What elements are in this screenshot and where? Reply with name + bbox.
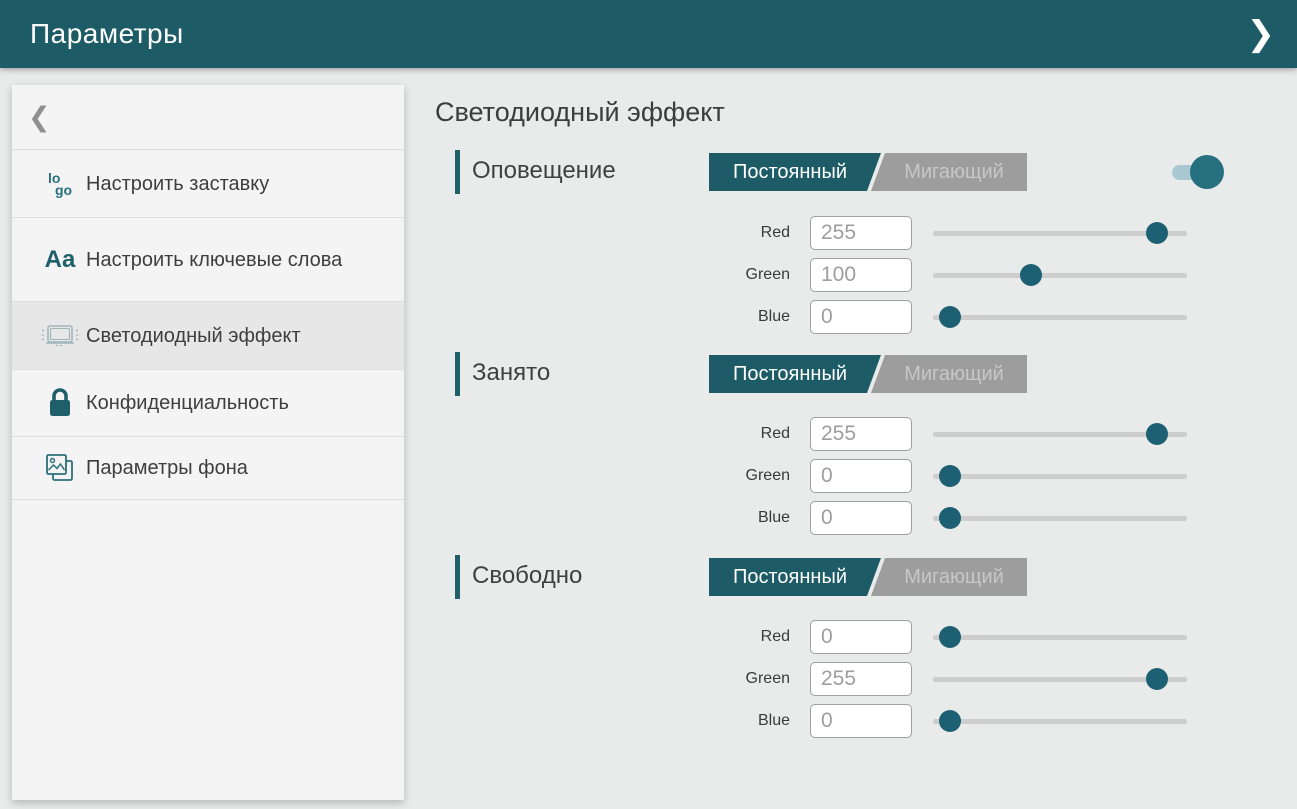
slider-row-green: Green <box>455 455 1245 497</box>
slider-row-blue: Blue <box>455 497 1245 539</box>
rgb-sliders-busy: Red Green Blue <box>455 413 1245 539</box>
red-label: Red <box>455 212 790 254</box>
sidebar-item-background[interactable]: Параметры фона <box>12 437 404 500</box>
section-title: Светодиодный эффект <box>435 97 725 128</box>
red-value-input[interactable] <box>810 620 912 654</box>
red-label: Red <box>455 413 790 455</box>
main-panel: Светодиодный эффект Оповещение Постоянны… <box>435 0 1245 809</box>
slider-thumb[interactable] <box>1146 222 1168 244</box>
accent-bar <box>455 150 460 194</box>
sidebar-item-privacy[interactable]: Конфиденциальность <box>12 370 404 437</box>
background-image-icon <box>34 451 86 485</box>
blue-value-input[interactable] <box>810 704 912 738</box>
blue-label: Blue <box>455 296 790 338</box>
slider-thumb[interactable] <box>1020 264 1042 286</box>
red-value-input[interactable] <box>810 216 912 250</box>
slider-track <box>933 635 1187 640</box>
blue-slider[interactable] <box>933 296 1187 338</box>
section-name: Оповещение <box>472 157 616 185</box>
mode-constant-button[interactable]: Постоянный <box>709 558 881 596</box>
green-value-input[interactable] <box>810 459 912 493</box>
slider-row-red: Red <box>455 616 1245 658</box>
aa-text-icon: Aa <box>34 246 86 274</box>
slider-row-green: Green <box>455 254 1245 296</box>
red-slider[interactable] <box>933 616 1187 658</box>
green-label: Green <box>455 254 790 296</box>
app-header: Параметры ❯ <box>0 0 1297 68</box>
red-slider[interactable] <box>933 413 1187 455</box>
slider-thumb[interactable] <box>939 626 961 648</box>
mode-constant-button[interactable]: Постоянный <box>709 153 881 191</box>
sidebar-item-label: Настроить заставку <box>86 171 279 197</box>
section-header-busy: Занято Постоянный Мигающий <box>455 352 1245 396</box>
slider-row-blue: Blue <box>455 296 1245 338</box>
notification-enabled-switch[interactable] <box>1170 154 1228 190</box>
sidebar-item-label: Конфиденциальность <box>86 390 299 416</box>
accent-bar <box>455 352 460 396</box>
blue-label: Blue <box>455 700 790 742</box>
slider-thumb[interactable] <box>939 306 961 328</box>
slider-row-green: Green <box>455 658 1245 700</box>
sidebar-back-button[interactable]: ❮ <box>12 85 404 150</box>
sidebar-item-splash-screen[interactable]: logo Настроить заставку <box>12 150 404 218</box>
red-label: Red <box>455 616 790 658</box>
sidebar-item-keywords[interactable]: Aa Настроить ключевые слова <box>12 218 404 302</box>
blue-value-input[interactable] <box>810 300 912 334</box>
switch-knob <box>1190 155 1224 189</box>
rgb-sliders-free: Red Green Blue <box>455 616 1245 742</box>
green-slider[interactable] <box>933 658 1187 700</box>
blue-slider[interactable] <box>933 497 1187 539</box>
section-header-notification: Оповещение Постоянный Мигающий <box>455 150 1245 194</box>
mode-blinking-button[interactable]: Мигающий <box>871 355 1027 393</box>
section-name: Свободно <box>472 562 582 590</box>
rgb-sliders-notification: Red Green Blue <box>455 212 1245 338</box>
sidebar-item-label: Параметры фона <box>86 455 258 481</box>
red-slider[interactable] <box>933 212 1187 254</box>
logo-text-icon: logo <box>34 172 86 196</box>
slider-track <box>933 719 1187 724</box>
green-value-input[interactable] <box>810 258 912 292</box>
slider-row-red: Red <box>455 212 1245 254</box>
slider-track <box>933 516 1187 521</box>
blue-slider[interactable] <box>933 700 1187 742</box>
forward-chevron-icon[interactable]: ❯ <box>1247 17 1276 51</box>
slider-thumb[interactable] <box>1146 668 1168 690</box>
slider-track <box>933 315 1187 320</box>
lock-icon <box>34 387 86 419</box>
sidebar-item-label: Светодиодный эффект <box>86 323 311 349</box>
slider-thumb[interactable] <box>939 710 961 732</box>
green-label: Green <box>455 658 790 700</box>
blue-value-input[interactable] <box>810 501 912 535</box>
red-value-input[interactable] <box>810 417 912 451</box>
slider-track <box>933 474 1187 479</box>
sidebar: ❮ logo Настроить заставку Aa Настроить к… <box>12 85 404 800</box>
led-screen-icon <box>34 321 86 351</box>
green-value-input[interactable] <box>810 662 912 696</box>
green-slider[interactable] <box>933 254 1187 296</box>
mode-blinking-button[interactable]: Мигающий <box>871 558 1027 596</box>
back-chevron-icon: ❮ <box>28 102 51 133</box>
accent-bar <box>455 555 460 599</box>
mode-toggle-notification: Постоянный Мигающий <box>709 153 1027 191</box>
section-name: Занято <box>472 359 550 387</box>
mode-toggle-free: Постоянный Мигающий <box>709 558 1027 596</box>
slider-row-red: Red <box>455 413 1245 455</box>
slider-row-blue: Blue <box>455 700 1245 742</box>
page-title: Параметры <box>30 18 184 50</box>
slider-thumb[interactable] <box>939 465 961 487</box>
sidebar-item-led-effect[interactable]: Светодиодный эффект <box>12 302 404 370</box>
green-slider[interactable] <box>933 455 1187 497</box>
slider-track <box>933 273 1187 278</box>
slider-thumb[interactable] <box>939 507 961 529</box>
mode-constant-button[interactable]: Постоянный <box>709 355 881 393</box>
section-header-free: Свободно Постоянный Мигающий <box>455 555 1245 599</box>
mode-blinking-button[interactable]: Мигающий <box>871 153 1027 191</box>
slider-thumb[interactable] <box>1146 423 1168 445</box>
mode-toggle-busy: Постоянный Мигающий <box>709 355 1027 393</box>
sidebar-item-label: Настроить ключевые слова <box>86 247 352 273</box>
blue-label: Blue <box>455 497 790 539</box>
green-label: Green <box>455 455 790 497</box>
